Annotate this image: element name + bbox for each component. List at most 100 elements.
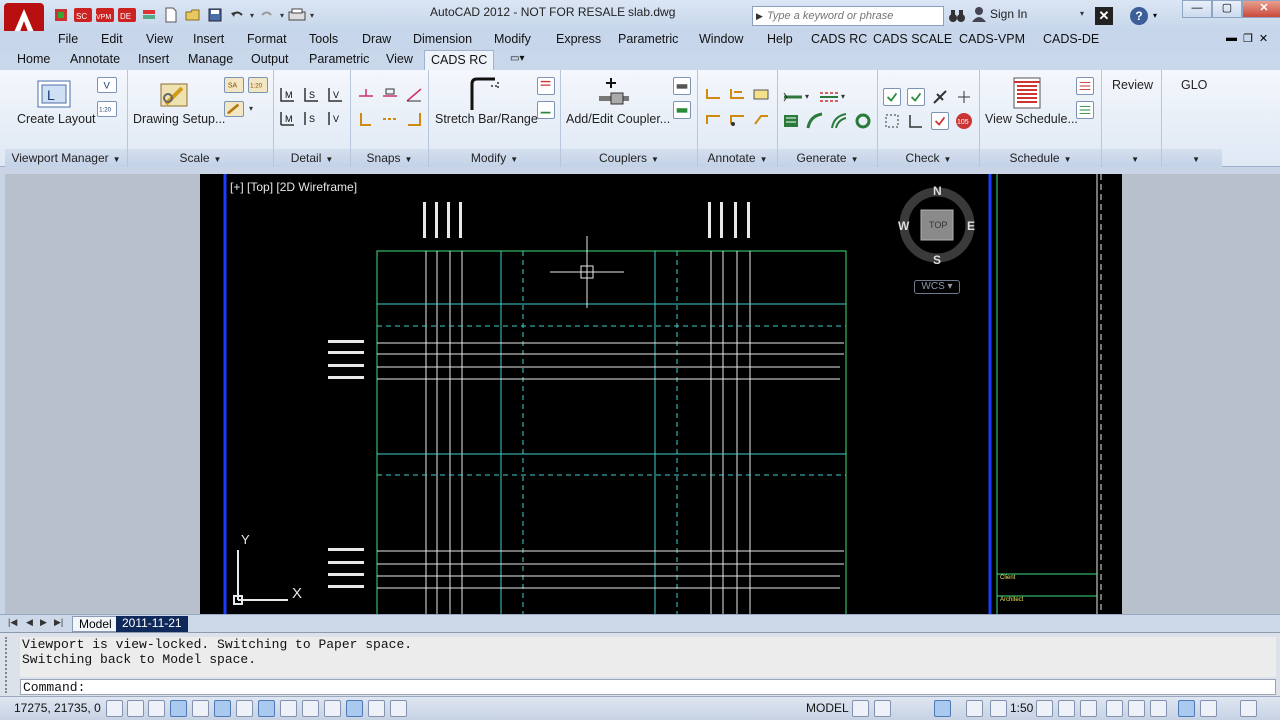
generate-curve-icon[interactable] xyxy=(806,112,824,130)
new-icon[interactable] xyxy=(162,6,180,24)
search-expand-icon[interactable]: ▶ xyxy=(756,11,763,22)
viewport-scale-icon[interactable] xyxy=(990,700,1007,717)
de-icon[interactable]: DE xyxy=(118,6,136,24)
menu-draw[interactable]: Draw xyxy=(362,32,391,46)
panel-glo-foot[interactable]: ▼ xyxy=(1162,149,1222,167)
viewport-label[interactable]: [+] [Top] [2D Wireframe] xyxy=(230,180,357,194)
snap-corner-icon[interactable] xyxy=(405,110,423,128)
stretch-bar-icon[interactable] xyxy=(467,76,501,112)
annotate-6-icon[interactable] xyxy=(752,110,770,128)
sign-in-dropdown-icon[interactable]: ▾ xyxy=(1080,9,1084,18)
tab-cads-rc[interactable]: CADS RC xyxy=(424,50,495,70)
generate-bar-icon[interactable] xyxy=(782,88,804,106)
ribbon-options-icon[interactable]: ▭▾ xyxy=(510,53,524,64)
viewport-scale[interactable]: 1:50 xyxy=(1010,701,1033,715)
first-tab-icon[interactable]: |◀ xyxy=(8,617,17,628)
toolbar-lock-icon[interactable] xyxy=(1128,700,1145,717)
menu-cads-rc[interactable]: CADS RC xyxy=(811,32,867,46)
maximize-viewport-icon[interactable] xyxy=(934,700,951,717)
check-3-icon[interactable] xyxy=(931,88,949,106)
panel-title-scale[interactable]: Scale ▼ xyxy=(128,149,273,167)
workspace-switching-icon[interactable] xyxy=(1106,700,1123,717)
otrack-icon[interactable] xyxy=(258,700,275,717)
undo-icon[interactable] xyxy=(228,6,246,24)
tab-annotate[interactable]: Annotate xyxy=(70,52,120,66)
snap-perp-icon[interactable] xyxy=(357,86,375,104)
next-tab-icon[interactable]: ▶ xyxy=(40,617,47,628)
snap-mid-icon[interactable] xyxy=(381,110,399,128)
menu-express[interactable]: Express xyxy=(556,32,601,46)
compass-west[interactable]: W xyxy=(898,219,909,233)
lineweight-icon[interactable] xyxy=(324,700,341,717)
check-105-icon[interactable]: 105 xyxy=(955,112,973,130)
coordinate-readout[interactable]: 17275, 21735, 0 xyxy=(14,701,101,715)
annotation-autoscale-icon[interactable] xyxy=(1058,700,1075,717)
infer-constraints-icon[interactable] xyxy=(106,700,123,717)
detail-s2-icon[interactable]: S xyxy=(303,110,321,128)
scale-dropdown-icon[interactable]: ▾ xyxy=(249,104,253,113)
generate-mesh-icon[interactable] xyxy=(818,88,840,106)
menu-cads-scale[interactable]: CADS SCALE xyxy=(873,32,952,46)
generate-gear-icon[interactable] xyxy=(854,112,872,130)
snap-end-icon[interactable] xyxy=(357,110,375,128)
model-space-toggle[interactable]: MODEL xyxy=(806,701,849,715)
detail-lv-icon[interactable]: V xyxy=(327,86,345,104)
annotate-1-icon[interactable] xyxy=(704,86,722,104)
panel-title-annotate[interactable]: Annotate ▼ xyxy=(698,149,777,167)
menu-window[interactable]: Window xyxy=(699,32,743,46)
check-1-icon[interactable] xyxy=(883,88,901,106)
grid-icon[interactable] xyxy=(148,700,165,717)
panel-title-schedule[interactable]: Schedule ▼ xyxy=(980,149,1101,167)
detail-lm-icon[interactable]: M xyxy=(279,86,297,104)
panel-title-viewport-manager[interactable]: Viewport Manager ▼ xyxy=(5,149,127,167)
stack-icon[interactable] xyxy=(140,6,158,24)
annotation-scale-icon[interactable] xyxy=(1080,700,1097,717)
status-bar-menu-icon[interactable] xyxy=(1200,700,1217,717)
view-schedule-button[interactable]: View Schedule... xyxy=(985,112,1078,126)
dynamic-input-icon[interactable] xyxy=(302,700,319,717)
command-input[interactable]: Command: xyxy=(20,679,1276,695)
coupler-small-2-icon[interactable] xyxy=(673,101,691,119)
viewport-scale-icon[interactable]: 1:20 xyxy=(97,101,117,117)
drawing-setup-button[interactable]: Drawing Setup... xyxy=(133,112,225,126)
quick-view-layouts-icon[interactable] xyxy=(852,700,869,717)
ducs-icon[interactable] xyxy=(280,700,297,717)
tab-model[interactable]: Model xyxy=(72,616,119,632)
doc-close-button[interactable]: ✕ xyxy=(1259,32,1268,45)
add-coupler-icon[interactable] xyxy=(597,76,631,110)
qat-dropdown-icon[interactable]: ▾ xyxy=(310,11,314,20)
menu-dimension[interactable]: Dimension xyxy=(413,32,472,46)
check-2-icon[interactable] xyxy=(907,88,925,106)
tab-home[interactable]: Home xyxy=(17,52,50,66)
menu-modify[interactable]: Modify xyxy=(494,32,531,46)
generate-mesh-dropdown-icon[interactable]: ▾ xyxy=(841,92,845,101)
modify-copy-icon[interactable] xyxy=(537,77,555,95)
polar-icon[interactable] xyxy=(192,700,209,717)
menu-tools[interactable]: Tools xyxy=(309,32,338,46)
plot-icon[interactable] xyxy=(288,6,306,24)
viewcube-top[interactable]: TOP xyxy=(929,220,947,230)
redo-icon[interactable] xyxy=(258,6,276,24)
detail-m2-icon[interactable]: M xyxy=(279,110,297,128)
close-button[interactable]: ✕ xyxy=(1242,0,1280,18)
binoculars-icon[interactable] xyxy=(948,7,966,25)
check-5-icon[interactable] xyxy=(883,112,901,130)
cads-icon[interactable] xyxy=(52,6,70,24)
snap-mode-icon[interactable] xyxy=(127,700,144,717)
ortho-icon[interactable] xyxy=(170,700,187,717)
isolate-objects-icon[interactable] xyxy=(1178,700,1195,717)
panel-title-detail[interactable]: Detail ▼ xyxy=(274,149,350,167)
detail-v2-icon[interactable]: V xyxy=(327,110,345,128)
menu-file[interactable]: File xyxy=(58,32,78,46)
check-4-icon[interactable] xyxy=(955,88,973,106)
compass-north[interactable]: N xyxy=(933,184,942,198)
drawing-canvas[interactable]: [+] [Top] [2D Wireframe] N S E W TOP WCS… xyxy=(200,174,1122,614)
maximize-button[interactable]: ▢ xyxy=(1212,0,1242,18)
modify-edit-icon[interactable] xyxy=(537,101,555,119)
open-icon[interactable] xyxy=(184,6,202,24)
panel-title-generate[interactable]: Generate ▼ xyxy=(778,149,877,167)
osnap-icon[interactable] xyxy=(214,700,231,717)
generate-slab-icon[interactable] xyxy=(782,112,800,130)
add-edit-coupler-button[interactable]: Add/Edit Coupler... xyxy=(566,112,670,126)
doc-minimize-button[interactable]: ▬ xyxy=(1226,32,1237,45)
